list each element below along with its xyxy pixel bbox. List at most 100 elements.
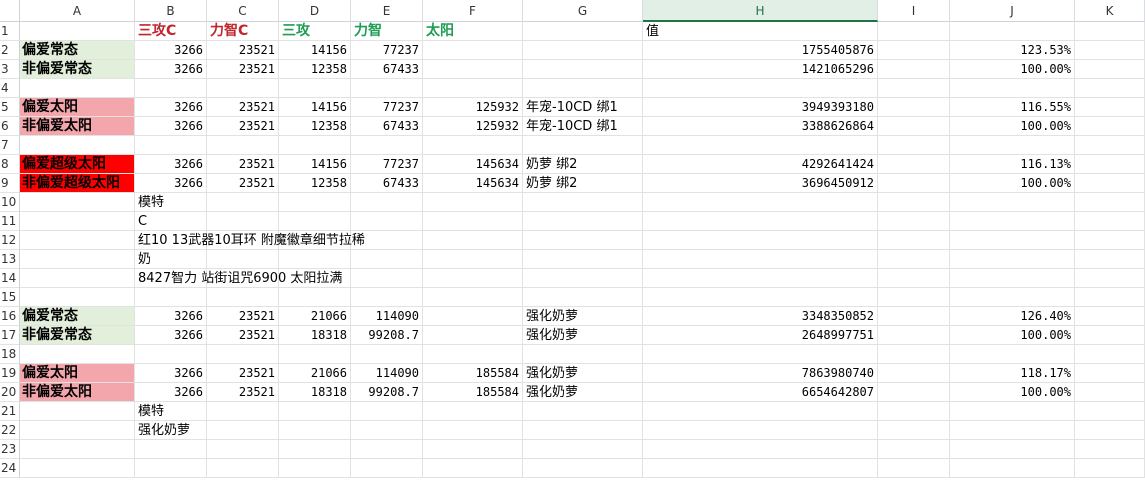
cell-h15[interactable] — [643, 288, 878, 307]
cell-i20[interactable] — [878, 383, 950, 402]
cell-b8[interactable]: 3266 — [135, 155, 207, 174]
cell-a6[interactable]: 非偏爱太阳 — [20, 117, 135, 136]
cell-b2[interactable]: 3266 — [135, 41, 207, 60]
cell-b16[interactable]: 3266 — [135, 307, 207, 326]
cell-k21[interactable] — [1075, 402, 1145, 421]
column-header-c[interactable]: C — [207, 0, 279, 22]
cell-g10[interactable] — [523, 193, 643, 212]
cell-d20[interactable]: 18318 — [279, 383, 351, 402]
cell-h14[interactable] — [643, 269, 878, 288]
cell-i2[interactable] — [878, 41, 950, 60]
column-header-g[interactable]: G — [523, 0, 643, 22]
cell-f3[interactable] — [423, 60, 523, 79]
cell-e20[interactable]: 99208.7 — [351, 383, 423, 402]
cell-g6[interactable]: 年宠-10CD 绑1 — [523, 117, 643, 136]
cell-j22[interactable] — [950, 421, 1075, 440]
cell-k20[interactable] — [1075, 383, 1145, 402]
row-header-1[interactable]: 1 — [0, 22, 20, 41]
cell-h12[interactable] — [643, 231, 878, 250]
cell-b6[interactable]: 3266 — [135, 117, 207, 136]
cell-b13[interactable]: 奶 — [135, 250, 207, 269]
cell-i3[interactable] — [878, 60, 950, 79]
cell-g8[interactable]: 奶萝 绑2 — [523, 155, 643, 174]
cell-i23[interactable] — [878, 440, 950, 459]
cell-c24[interactable] — [207, 459, 279, 478]
cell-a3[interactable]: 非偏爱常态 — [20, 60, 135, 79]
cell-b11[interactable]: C — [135, 212, 207, 231]
row-header-24[interactable]: 24 — [0, 459, 20, 478]
cell-d1[interactable]: 三攻 — [279, 22, 351, 41]
column-header-a[interactable]: A — [20, 0, 135, 22]
cell-k18[interactable] — [1075, 345, 1145, 364]
cell-f24[interactable] — [423, 459, 523, 478]
column-header-e[interactable]: E — [351, 0, 423, 22]
row-header-23[interactable]: 23 — [0, 440, 20, 459]
cell-c7[interactable] — [207, 136, 279, 155]
cell-d22[interactable] — [279, 421, 351, 440]
row-header-8[interactable]: 8 — [0, 155, 20, 174]
cell-g21[interactable] — [523, 402, 643, 421]
select-all-corner[interactable] — [0, 0, 20, 22]
cell-i24[interactable] — [878, 459, 950, 478]
cell-j21[interactable] — [950, 402, 1075, 421]
cell-b1[interactable]: 三攻C — [135, 22, 207, 41]
cell-j19[interactable]: 118.17% — [950, 364, 1075, 383]
cell-b14[interactable]: 8427智力 站街诅咒6900 太阳拉满 — [135, 269, 342, 288]
cell-c22[interactable] — [207, 421, 279, 440]
cell-k9[interactable] — [1075, 174, 1145, 193]
cell-c23[interactable] — [207, 440, 279, 459]
row-header-5[interactable]: 5 — [0, 98, 20, 117]
row-header-11[interactable]: 11 — [0, 212, 20, 231]
cell-b10[interactable]: 模特 — [135, 193, 207, 212]
cell-h4[interactable] — [643, 79, 878, 98]
row-header-10[interactable]: 10 — [0, 193, 20, 212]
cell-f1[interactable]: 太阳 — [423, 22, 523, 41]
row-header-16[interactable]: 16 — [0, 307, 20, 326]
cell-k4[interactable] — [1075, 79, 1145, 98]
cell-a1[interactable] — [20, 22, 135, 41]
cell-f15[interactable] — [423, 288, 523, 307]
cell-h18[interactable] — [643, 345, 878, 364]
cell-g16[interactable]: 强化奶萝 — [523, 307, 643, 326]
cell-c9[interactable]: 23521 — [207, 174, 279, 193]
cell-f4[interactable] — [423, 79, 523, 98]
cell-h10[interactable] — [643, 193, 878, 212]
cell-a23[interactable] — [20, 440, 135, 459]
cell-b4[interactable] — [135, 79, 207, 98]
cell-j17[interactable]: 100.00% — [950, 326, 1075, 345]
cell-f14[interactable] — [423, 269, 523, 288]
cell-f21[interactable] — [423, 402, 523, 421]
cell-j7[interactable] — [950, 136, 1075, 155]
cell-k15[interactable] — [1075, 288, 1145, 307]
cell-e16[interactable]: 114090 — [351, 307, 423, 326]
cell-e23[interactable] — [351, 440, 423, 459]
cell-a14[interactable] — [20, 269, 135, 288]
cell-g1[interactable] — [523, 22, 643, 41]
cell-i6[interactable] — [878, 117, 950, 136]
cell-e3[interactable]: 67433 — [351, 60, 423, 79]
cell-f8[interactable]: 145634 — [423, 155, 523, 174]
cell-h5[interactable]: 3949393180 — [643, 98, 878, 117]
cell-a20[interactable]: 非偏爱太阳 — [20, 383, 135, 402]
cell-c18[interactable] — [207, 345, 279, 364]
cell-g3[interactable] — [523, 60, 643, 79]
cell-i12[interactable] — [878, 231, 950, 250]
cell-f5[interactable]: 125932 — [423, 98, 523, 117]
cell-e18[interactable] — [351, 345, 423, 364]
row-header-20[interactable]: 20 — [0, 383, 20, 402]
cell-j3[interactable]: 100.00% — [950, 60, 1075, 79]
cell-i17[interactable] — [878, 326, 950, 345]
cell-g18[interactable] — [523, 345, 643, 364]
cell-a13[interactable] — [20, 250, 135, 269]
cell-f22[interactable] — [423, 421, 523, 440]
cell-k17[interactable] — [1075, 326, 1145, 345]
cell-e2[interactable]: 77237 — [351, 41, 423, 60]
cell-b3[interactable]: 3266 — [135, 60, 207, 79]
cell-g20[interactable]: 强化奶萝 — [523, 383, 643, 402]
cell-a15[interactable] — [20, 288, 135, 307]
cell-h19[interactable]: 7863980740 — [643, 364, 878, 383]
cell-c10[interactable] — [207, 193, 279, 212]
cell-f2[interactable] — [423, 41, 523, 60]
cell-h2[interactable]: 1755405876 — [643, 41, 878, 60]
column-header-b[interactable]: B — [135, 0, 207, 22]
